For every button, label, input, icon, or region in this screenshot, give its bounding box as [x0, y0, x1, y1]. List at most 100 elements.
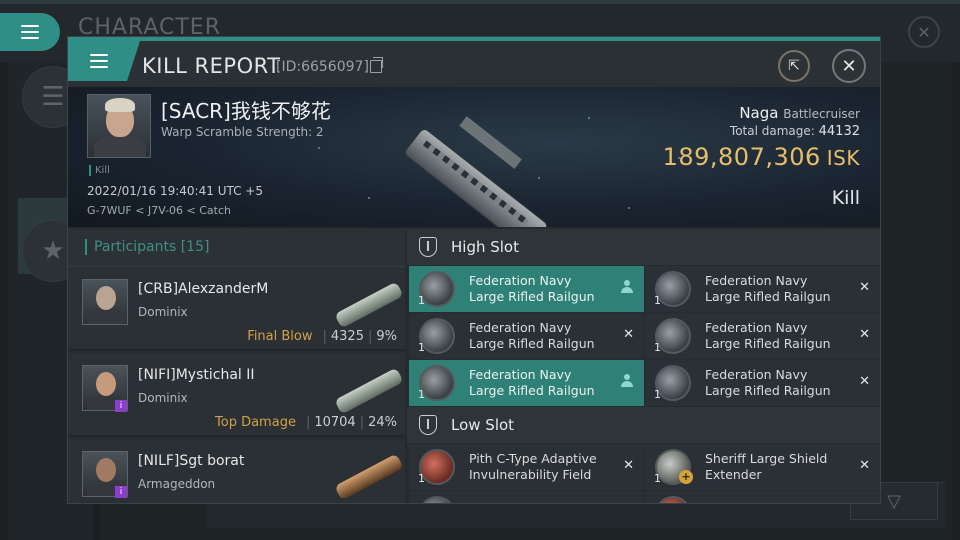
module-name-line1: Sheriff Large Shield — [705, 451, 828, 466]
final-blow-tag: Final Blow — [247, 329, 313, 344]
person-icon — [621, 374, 633, 388]
module-icon — [655, 496, 691, 503]
participant-ship: Dominix — [138, 391, 188, 405]
module-item[interactable]: 1 Federation Navy Large Rifled Railgun ✕ — [645, 313, 880, 359]
module-quantity: 1 — [418, 388, 425, 401]
module-name-line2: Large Rifled Railgun — [705, 383, 831, 398]
participant-row[interactable]: [CRB]AlexzanderM Dominix Final Blow | 4325… — [68, 267, 405, 351]
module-quantity: 1 — [418, 294, 425, 307]
participant-damage: 10704 — [314, 415, 356, 430]
victim-name[interactable]: [SACR]我钱不够花 — [161, 95, 331, 124]
participant-ship: Dominix — [138, 305, 188, 319]
participant-percent: 9% — [376, 329, 397, 344]
participant-row[interactable]: i [NILF]Sgt borat Armageddon — [68, 439, 405, 503]
victim-ship-image[interactable] — [393, 93, 563, 227]
low-slot-header: Low Slot — [407, 407, 880, 443]
module-name-line2: Invulnerability Field — [469, 467, 592, 482]
modal-close-button[interactable]: ✕ — [832, 49, 866, 83]
module-name-line2: Large Rifled Railgun — [705, 336, 831, 351]
destroyed-x-icon: ✕ — [859, 374, 870, 389]
module-icon — [419, 496, 455, 503]
module-item[interactable]: 1 Federation Navy Large Rifled Railgun — [409, 266, 644, 312]
list-icon: ☰ — [41, 82, 65, 112]
module-name: Federation Navy Large Rifled Railgun — [469, 367, 619, 399]
close-icon: ✕ — [917, 22, 931, 42]
module-item[interactable]: + 1 Sheriff Large Shield Extender ✕ — [645, 444, 880, 490]
background-close-button[interactable]: ✕ — [908, 16, 940, 48]
participant-stats: Top Damage | 10704 | 24% — [215, 415, 397, 430]
destroyed-x-icon: ✕ — [623, 327, 634, 342]
isk-value: 189,807,306 ISK — [663, 143, 860, 171]
kill-datetime: 2022/01/16 19:40:41 UTC +5 — [87, 184, 263, 198]
module-item[interactable]: 1 Federation Navy Large Rifled Railgun — [409, 360, 644, 406]
module-name: Pith C-Type Adaptive Invulnerability Fiel… — [469, 451, 619, 483]
hamburger-icon — [21, 25, 39, 39]
background-menu-button[interactable] — [0, 13, 60, 51]
module-name-line2: Large Rifled Railgun — [469, 383, 595, 398]
low-slot-icon — [419, 415, 437, 435]
module-item[interactable]: 1 Pith C-Type Adaptive Invulnerability Fi… — [409, 444, 644, 490]
module-item-partial[interactable] — [409, 491, 644, 503]
isk-amount: 189,807,306 — [662, 143, 821, 171]
high-slot-icon — [419, 237, 437, 257]
fitting-panel: High Slot 1 Federation Navy Large Rifled … — [407, 229, 880, 503]
module-item-partial[interactable] — [645, 491, 880, 503]
victim-ship-name[interactable]: Naga Battlecruiser — [739, 104, 860, 122]
module-name-line1: Federation Navy — [705, 367, 808, 382]
module-quantity: 1 — [654, 472, 661, 485]
participants-title-text: Participants — [94, 239, 177, 255]
modal-header: KILL REPORT [ID:6656097] ⇱ ✕ — [68, 41, 880, 87]
participant-name: [NILF]Sgt borat — [138, 453, 245, 469]
participant-ship-image — [330, 359, 404, 415]
kill-location[interactable]: G-7WUF < J7V-06 < Catch — [87, 204, 231, 217]
module-name-line1: Federation Navy — [469, 367, 572, 382]
total-damage: Total damage: 44132 — [730, 124, 860, 139]
close-icon: ✕ — [841, 55, 857, 77]
participant-ship-image — [330, 445, 404, 501]
destroyed-x-icon: ✕ — [859, 327, 870, 342]
module-name-line2: Extender — [705, 467, 762, 482]
info-badge-icon: i — [115, 400, 127, 412]
module-name: Federation Navy Large Rifled Railgun — [469, 320, 619, 352]
module-name-line1: Federation Navy — [705, 320, 808, 335]
module-item[interactable]: 1 Federation Navy Large Rifled Railgun ✕ — [409, 313, 644, 359]
module-item[interactable]: 1 Federation Navy Large Rifled Railgun ✕ — [645, 266, 880, 312]
plus-badge-icon: + — [679, 470, 693, 484]
top-damage-tag: Top Damage — [215, 415, 296, 430]
participant-name: [CRB]AlexzanderM — [138, 281, 269, 297]
filter-icon: ▽ — [887, 490, 901, 512]
total-damage-label: Total damage: — [729, 124, 815, 138]
module-name-line1: Federation Navy — [469, 320, 572, 335]
person-icon — [621, 280, 633, 294]
participants-panel: Participants [15] [CRB]AlexzanderM Domin… — [68, 229, 405, 503]
low-slot-title: Low Slot — [451, 416, 515, 434]
destroyed-x-icon: ✕ — [859, 458, 870, 473]
victim-avatar[interactable] — [87, 94, 151, 158]
module-quantity: 1 — [418, 341, 425, 354]
ship-class-text: Battlecruiser — [783, 107, 860, 121]
isk-unit: ISK — [826, 146, 860, 170]
module-name-line2: Large Rifled Railgun — [469, 289, 595, 304]
kill-tag: Kill — [89, 165, 110, 176]
destroyed-x-icon: ✕ — [859, 280, 870, 295]
warp-scramble-strength: Warp Scramble Strength: 2 — [161, 125, 324, 139]
star-icon: ★ — [41, 236, 65, 266]
module-name-line1: Federation Navy — [705, 273, 808, 288]
participant-name: [NIFI]Mystichal II — [138, 367, 255, 383]
module-quantity: 1 — [654, 294, 661, 307]
module-name: Federation Navy Large Rifled Railgun — [705, 367, 855, 399]
total-damage-value: 44132 — [818, 124, 860, 139]
module-quantity: 1 — [418, 472, 425, 485]
external-link-icon: ⇱ — [788, 58, 800, 74]
ship-name-text: Naga — [739, 104, 779, 122]
module-item[interactable]: 1 Federation Navy Large Rifled Railgun ✕ — [645, 360, 880, 406]
participant-row[interactable]: i [NIFI]Mystichal II Dominix Top Damage |… — [68, 353, 405, 437]
module-name-line2: Large Rifled Railgun — [469, 336, 595, 351]
module-name-line2: Large Rifled Railgun — [705, 289, 831, 304]
background-top-line — [0, 0, 960, 4]
info-badge-icon: i — [115, 486, 127, 498]
participant-stats: Final Blow | 4325 | 9% — [247, 329, 397, 344]
module-name: Sheriff Large Shield Extender — [705, 451, 855, 483]
copy-icon[interactable] — [370, 57, 383, 73]
share-button[interactable]: ⇱ — [778, 50, 810, 82]
